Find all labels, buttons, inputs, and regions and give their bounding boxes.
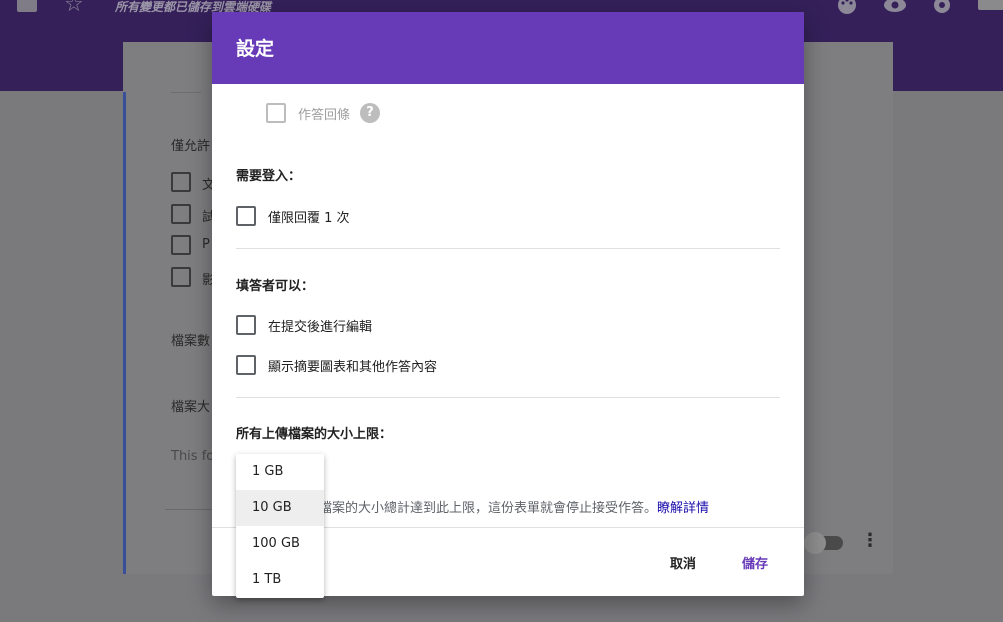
limit-one-response-label: 僅限回覆 1 次 [268,210,350,226]
document-icon[interactable] [17,0,37,12]
limit-one-response-option: 僅限回覆 1 次 [236,206,350,226]
limit-one-response-checkbox[interactable] [236,206,256,226]
response-receipt-checkbox[interactable] [266,103,286,123]
response-receipt-option: 作答回條 ? [266,103,381,123]
edit-after-submit-label: 在提交後進行編輯 [268,319,373,335]
upload-size-dropdown-menu: 1 GB 10 GB 100 GB 1 TB [236,454,324,598]
respondents-section-title: 填答者可以： [236,279,315,294]
card-accent-bar [123,92,126,574]
more-vert-icon[interactable]: ⋮ [861,530,879,552]
help-icon[interactable]: ? [360,103,381,123]
bg-allow-label: 僅允許 [171,139,211,154]
bg-toggle-knob [804,532,826,554]
bg-divider [165,509,215,510]
star-icon[interactable]: ☆ [64,0,84,16]
bg-file-size-label: 檔案大 [171,400,211,415]
eye-icon[interactable] [883,0,907,21]
bg-checkbox[interactable] [171,235,191,255]
section-divider [236,397,780,398]
upload-limit-note: 檔案的大小總計達到此上限，這份表單就會停止接受作答。瞭解詳情 [319,497,709,516]
bg-checkbox[interactable] [171,267,191,287]
palette-icon[interactable] [836,0,858,21]
cancel-button[interactable]: 取消 [666,551,700,574]
bg-note: This fo [171,449,215,464]
edit-after-submit-option: 在提交後進行編輯 [236,315,372,335]
dialog-header: 設定 [212,12,804,84]
see-summary-checkbox[interactable] [236,355,256,375]
section-divider [236,248,780,249]
learn-more-link[interactable]: 瞭解詳情 [657,501,709,516]
upload-limit-note-text: 檔案的大小總計達到此上限，這份表單就會停止接受作答。 [319,501,658,516]
avatar[interactable] [978,0,1003,10]
bg-checkbox[interactable] [171,172,191,192]
size-option-1tb[interactable]: 1 TB [236,562,324,598]
size-option-10gb[interactable]: 10 GB [236,490,324,526]
login-section-title: 需要登入： [236,169,302,184]
size-option-1gb[interactable]: 1 GB [236,454,324,490]
save-button[interactable]: 儲存 [738,551,772,574]
response-receipt-label: 作答回條 [298,107,351,123]
bg-checkbox-label: P [202,237,210,252]
bg-checkbox[interactable] [171,204,191,224]
dialog-title: 設定 [236,38,275,60]
size-option-100gb[interactable]: 100 GB [236,526,324,562]
upload-limit-section-title: 所有上傳檔案的大小上限： [236,427,393,442]
gear-icon[interactable] [931,0,953,21]
see-summary-option: 顯示摘要圖表和其他作答內容 [236,355,437,375]
see-summary-label: 顯示摘要圖表和其他作答內容 [268,359,438,375]
edit-after-submit-checkbox[interactable] [236,315,256,335]
card-divider [171,92,201,93]
bg-file-count-label: 檔案數 [171,334,211,349]
